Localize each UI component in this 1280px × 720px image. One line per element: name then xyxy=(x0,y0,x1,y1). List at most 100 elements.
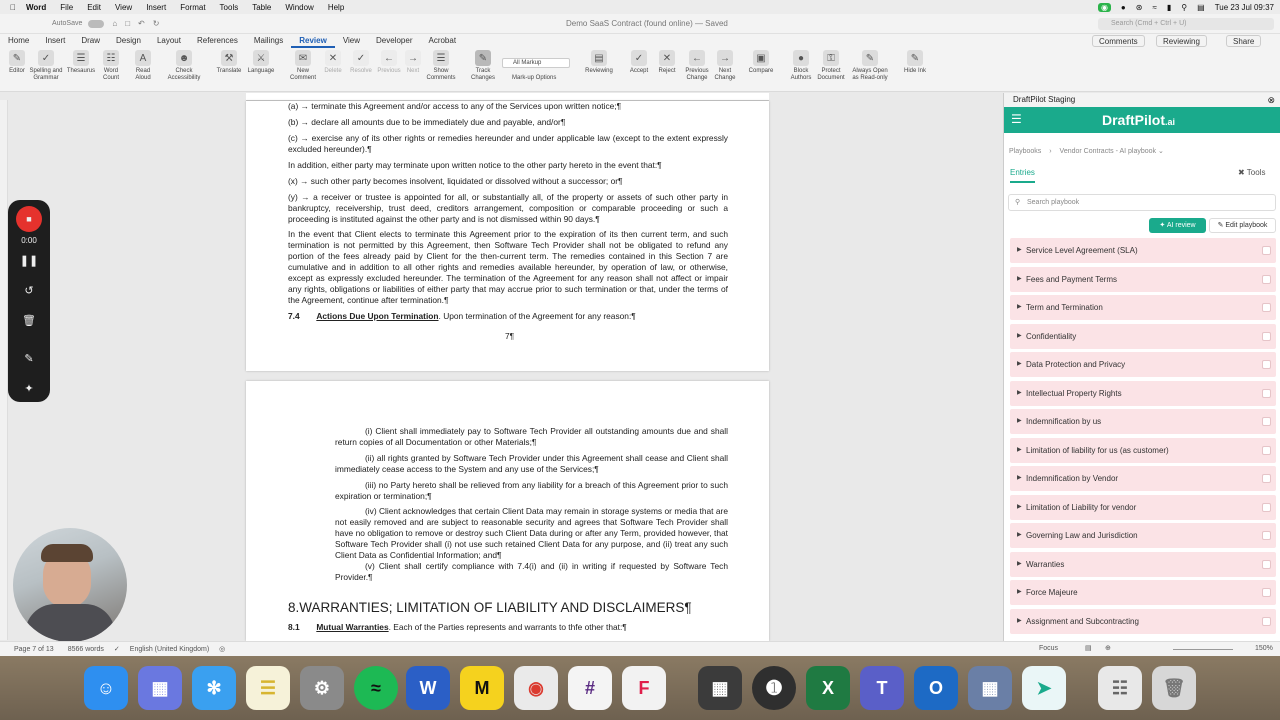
tools-button[interactable]: ✖ Tools xyxy=(1238,168,1265,177)
zoom-level[interactable]: 150% xyxy=(1255,645,1273,652)
tab-layout[interactable]: Layout xyxy=(149,34,189,48)
markup-options-button[interactable]: Mark-up Options xyxy=(502,75,556,81)
tab-references[interactable]: References xyxy=(189,34,246,48)
new-comment-button[interactable]: ✉ New Comment xyxy=(288,50,318,82)
resolve-button[interactable]: ✓ Resolve xyxy=(346,50,376,75)
check-accessibility-button[interactable]: ☻ Check Accessibility xyxy=(164,50,204,82)
excel-icon[interactable]: X xyxy=(806,666,850,710)
protect-document-button[interactable]: ⚿ Protect Document xyxy=(816,50,846,82)
entry-checkbox[interactable] xyxy=(1262,246,1271,255)
search-playbook-input[interactable]: ⚲ Search playbook xyxy=(1008,194,1276,211)
reject-button[interactable]: ✕ Reject xyxy=(652,50,682,75)
reviewing-button[interactable]: Reviewing xyxy=(1156,35,1207,47)
word-icon[interactable]: W xyxy=(406,666,450,710)
teams-icon[interactable]: T xyxy=(860,666,904,710)
safari-icon[interactable]: ✻ xyxy=(192,666,236,710)
search-icon[interactable]: ⚲ xyxy=(1181,3,1187,12)
entry-checkbox[interactable] xyxy=(1262,303,1271,312)
share-button[interactable]: Share xyxy=(1226,35,1262,47)
tab-mailings[interactable]: Mailings xyxy=(246,34,291,48)
pen-icon[interactable]: ✎ xyxy=(8,352,50,365)
entry-fees[interactable]: ▶ Fees and Payment Terms xyxy=(1010,267,1276,292)
accept-button[interactable]: ✓ Accept xyxy=(624,50,654,75)
pause-icon[interactable]: ❚❚ xyxy=(8,254,50,267)
compare-button[interactable]: ▣ Compare xyxy=(746,50,776,75)
menu-app-word[interactable]: Word xyxy=(26,3,46,12)
entry-liability-vendor[interactable]: ▶ Limitation of Liability for vendor xyxy=(1010,495,1276,520)
restart-icon[interactable]: ↺ xyxy=(8,284,50,297)
spotify-icon[interactable]: ≈ xyxy=(354,666,398,710)
tab-draw[interactable]: Draw xyxy=(73,34,108,48)
tab-review[interactable]: Review xyxy=(291,34,335,48)
page-count[interactable]: Page 7 of 13 xyxy=(14,646,54,653)
menu-help[interactable]: Help xyxy=(328,3,344,12)
word-count-button[interactable]: ☷ Word Count xyxy=(96,50,126,82)
read-aloud-button[interactable]: A Read Aloud xyxy=(128,50,158,82)
readdle-icon[interactable]: F xyxy=(622,666,666,710)
entry-checkbox[interactable] xyxy=(1262,503,1271,512)
entry-liability-us[interactable]: ▶ Limitation of liability for us (as cust… xyxy=(1010,438,1276,463)
wifi-icon[interactable]: ≈ xyxy=(1152,3,1156,12)
entry-checkbox[interactable] xyxy=(1262,588,1271,597)
entry-checkbox[interactable] xyxy=(1262,332,1271,341)
stop-record-button[interactable]: ■ xyxy=(8,206,50,232)
trash-bin-icon[interactable]: 🗑 xyxy=(1152,666,1196,710)
entry-indemnification-vendor[interactable]: ▶ Indemnification by Vendor xyxy=(1010,466,1276,491)
tab-developer[interactable]: Developer xyxy=(368,34,420,48)
menu-insert[interactable]: Insert xyxy=(146,3,166,12)
battery-icon[interactable]: ▮ xyxy=(1167,3,1171,12)
tab-design[interactable]: Design xyxy=(108,34,149,48)
accessibility-status-icon[interactable]: ◎ xyxy=(219,645,225,653)
spelling-grammar-button[interactable]: ✓ Spelling and Grammar xyxy=(28,50,64,82)
entry-checkbox[interactable] xyxy=(1262,474,1271,483)
draftpilot-app-icon[interactable]: ➤ xyxy=(1022,666,1066,710)
entry-checkbox[interactable] xyxy=(1262,417,1271,426)
entry-sla[interactable]: ▶ Service Level Agreement (SLA) xyxy=(1010,238,1276,263)
save-icon[interactable]: □ xyxy=(125,19,130,28)
comments-button[interactable]: Comments xyxy=(1092,35,1145,47)
web-layout-icon[interactable]: ⊕ xyxy=(1105,644,1111,652)
thesaurus-button[interactable]: ☰ Thesaurus xyxy=(66,50,96,75)
entry-checkbox[interactable] xyxy=(1262,531,1271,540)
menu-table[interactable]: Table xyxy=(252,3,271,12)
menu-view[interactable]: View xyxy=(115,3,132,12)
block-authors-button[interactable]: ● Block Authors xyxy=(786,50,816,82)
webcam-bubble[interactable] xyxy=(13,528,127,642)
entry-data-protection[interactable]: ▶ Data Protection and Privacy xyxy=(1010,352,1276,377)
always-open-read-only-button[interactable]: ✎ Always Open as Read-only xyxy=(850,50,890,82)
search-input[interactable]: Search (Cmd + Ctrl + U) xyxy=(1098,17,1274,30)
entry-checkbox[interactable] xyxy=(1262,617,1271,626)
menu-file[interactable]: File xyxy=(60,3,73,12)
1password-icon[interactable]: ➊ xyxy=(752,666,796,710)
markup-select[interactable]: All Markup xyxy=(502,58,570,68)
facetime-icon[interactable]: ◉ xyxy=(1097,2,1111,12)
trash-icon[interactable]: 🗑 xyxy=(8,314,50,327)
entry-term[interactable]: ▶ Term and Termination xyxy=(1010,295,1276,320)
chevron-down-icon[interactable]: ⌄ xyxy=(1158,148,1164,155)
tab-home[interactable]: Home xyxy=(0,34,37,48)
entry-warranties[interactable]: ▶ Warranties xyxy=(1010,552,1276,577)
delete-comment-button[interactable]: ✕ Delete xyxy=(318,50,348,75)
entry-ip-rights[interactable]: ▶ Intellectual Property Rights xyxy=(1010,381,1276,406)
close-icon[interactable]: ⊗ xyxy=(1267,93,1275,107)
menu-tools[interactable]: Tools xyxy=(220,3,239,12)
language-status[interactable]: English (United Kingdom) xyxy=(130,646,209,653)
menu-window[interactable]: Window xyxy=(285,3,313,12)
system-settings-icon[interactable]: ⚙ xyxy=(300,666,344,710)
track-changes-button[interactable]: ✎ Track Changes xyxy=(468,50,498,82)
apple-icon[interactable]:  xyxy=(10,3,16,12)
reviewing-pane-button[interactable]: ▤ Reviewing xyxy=(584,50,614,75)
slack-icon[interactable]: # xyxy=(568,666,612,710)
entry-governing-law[interactable]: ▶ Governing Law and Jurisdiction xyxy=(1010,523,1276,548)
menu-icon[interactable]: ☰ xyxy=(1011,112,1022,126)
tab-entries[interactable]: Entries xyxy=(1010,168,1035,183)
entry-checkbox[interactable] xyxy=(1262,275,1271,284)
bluetooth-icon[interactable]: ⊛ xyxy=(1136,3,1143,12)
menu-format[interactable]: Format xyxy=(180,3,205,12)
show-comments-button[interactable]: ☰ Show Comments xyxy=(426,50,456,82)
entry-assignment[interactable]: ▶ Assignment and Subcontracting xyxy=(1010,609,1276,634)
menu-edit[interactable]: Edit xyxy=(87,3,101,12)
finder-icon[interactable]: ☺ xyxy=(84,666,128,710)
clock[interactable]: Tue 23 Jul 09:37 xyxy=(1215,3,1274,12)
zoom-slider[interactable] xyxy=(1173,649,1233,650)
